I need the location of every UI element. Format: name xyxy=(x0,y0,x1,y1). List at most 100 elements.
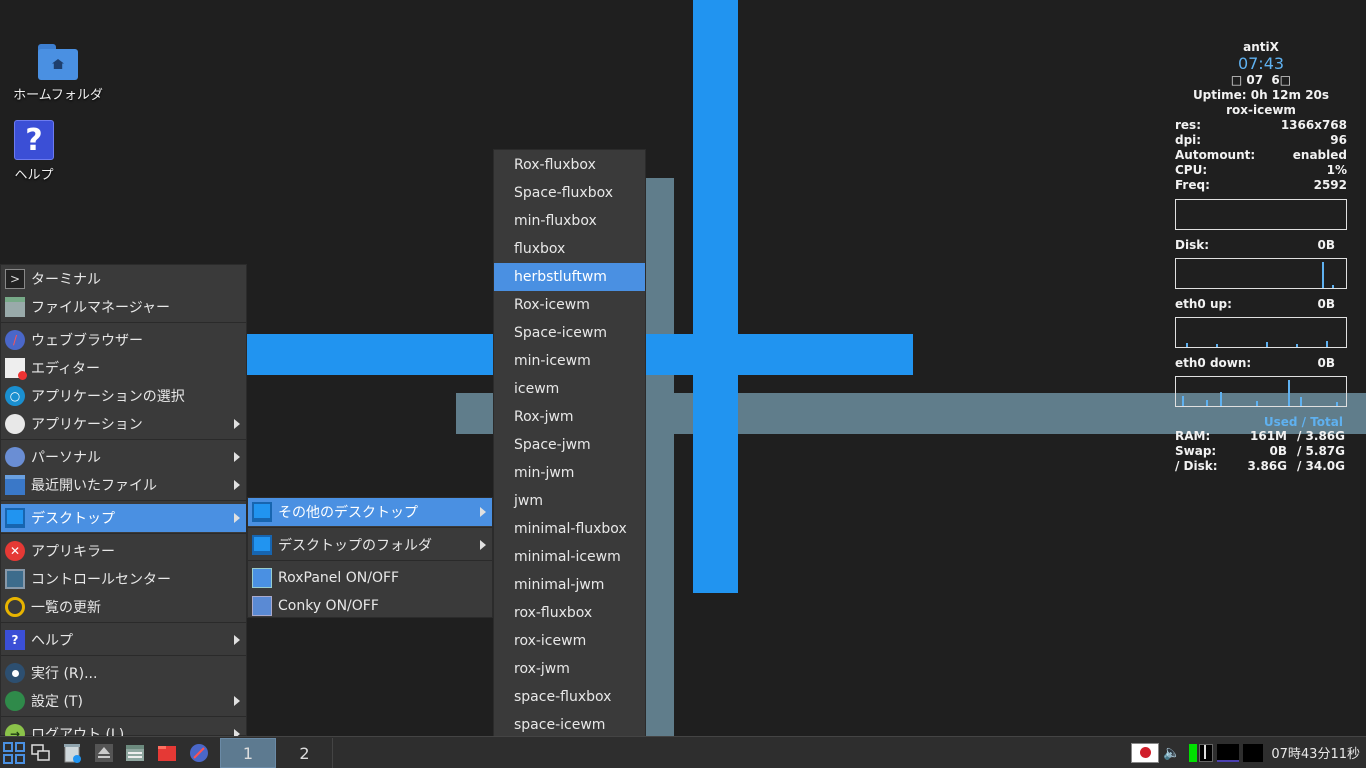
help-icon: ? xyxy=(5,630,25,650)
window-list-icon[interactable] xyxy=(30,742,52,764)
conky-stat-row: res: 1366x768 xyxy=(1175,118,1347,132)
cpu-graph xyxy=(1175,199,1347,230)
wm-option-selected[interactable]: herbstluftwm xyxy=(494,263,645,291)
close-icon: ✕ xyxy=(5,541,25,561)
wm-option[interactable]: minimal-fluxbox xyxy=(494,515,645,543)
menu-item-web-browser[interactable]: / ウェブブラウザー xyxy=(1,326,246,354)
workspace-2-button[interactable]: 2 xyxy=(277,738,333,768)
menu-separator xyxy=(1,533,246,536)
wm-option[interactable]: space-fluxbox xyxy=(494,683,645,711)
wm-option[interactable]: min-fluxbox xyxy=(494,207,645,235)
start-menu-icon[interactable] xyxy=(3,742,25,764)
desktop-icon-label: ヘルプ xyxy=(14,168,54,183)
wm-option[interactable]: space-icewm xyxy=(494,711,645,739)
submenu-arrow-icon xyxy=(480,540,486,550)
conky-stat-row: CPU: 1% xyxy=(1175,163,1347,177)
wallpaper-blue-vertical-bar xyxy=(693,0,738,593)
wm-option[interactable]: rox-jwm xyxy=(494,655,645,683)
menu-item-app-select[interactable]: ○ アプリケーションの選択 xyxy=(1,382,246,410)
roxpanel-icon xyxy=(252,568,272,588)
search-icon: ○ xyxy=(5,386,25,406)
recent-files-icon xyxy=(5,475,25,495)
conky-date: □ 07 6□ xyxy=(1230,73,1292,87)
desktop-icon-home-folder[interactable]: ホームフォルダ xyxy=(8,44,108,103)
volume-icon[interactable]: 🔈 xyxy=(1163,743,1187,763)
network-monitor-icon xyxy=(1217,743,1240,762)
wm-option[interactable]: Rox-icewm xyxy=(494,291,645,319)
menu-item-file-manager[interactable]: ファイルマネージャー xyxy=(1,293,246,321)
conky-stat-row: Freq: 2592 xyxy=(1175,178,1347,192)
used-total-header: Used / Total xyxy=(1263,415,1343,429)
menu-item-personal[interactable]: パーソナル xyxy=(1,443,246,471)
conky-monitor: antiX 07:43 □ 07 6□ Uptime: 0h 12m 20s r… xyxy=(1175,40,1347,474)
file-manager-icon[interactable] xyxy=(124,742,146,764)
menu-item-app-killer[interactable]: ✕ アプリキラー xyxy=(1,537,246,565)
wm-option[interactable]: Space-icewm xyxy=(494,319,645,347)
menu-item-editor[interactable]: エディター xyxy=(1,354,246,382)
other-desktops-submenu: Rox-fluxbox Space-fluxbox min-fluxbox fl… xyxy=(493,149,646,768)
refresh-icon xyxy=(5,597,25,617)
eth0-up-graph xyxy=(1175,317,1347,348)
menu-separator xyxy=(1,500,246,503)
menu-item-run[interactable]: 実行 (R)... xyxy=(1,659,246,687)
wm-option[interactable]: Space-jwm xyxy=(494,431,645,459)
eth0-down-graph xyxy=(1175,376,1347,407)
submenu-arrow-icon xyxy=(234,635,240,645)
workspace-1-button[interactable]: 1 xyxy=(220,738,276,768)
menu-item-control-center[interactable]: コントロールセンター xyxy=(1,565,246,593)
menu-separator xyxy=(1,716,246,719)
menu-item-roxpanel-toggle[interactable]: RoxPanel ON/OFF xyxy=(248,564,492,592)
menu-item-help[interactable]: ? ヘルプ xyxy=(1,626,246,654)
web-browser-icon[interactable] xyxy=(188,742,210,764)
menu-separator xyxy=(248,560,492,563)
menu-item-other-desktops[interactable]: その他のデスクトップ xyxy=(248,498,492,526)
submenu-arrow-icon xyxy=(234,419,240,429)
desktop-icon-label: ホームフォルダ xyxy=(13,88,103,103)
trash-icon[interactable] xyxy=(61,742,83,764)
menu-item-applications[interactable]: アプリケーション xyxy=(1,410,246,438)
wm-option[interactable]: minimal-jwm xyxy=(494,571,645,599)
wm-option[interactable]: Rox-fluxbox xyxy=(494,151,645,179)
wm-option[interactable]: min-jwm xyxy=(494,459,645,487)
submenu-arrow-icon xyxy=(234,696,240,706)
taskbar: 1 2 🔈 07時43分11秒 xyxy=(0,736,1366,768)
disk-header: Disk: 0B xyxy=(1175,238,1335,252)
taskbar-clock[interactable]: 07時43分11秒 xyxy=(1271,743,1360,762)
wallpaper-gray-vertical-bar xyxy=(646,178,674,738)
conky-stat-row: dpi: 96 xyxy=(1175,133,1347,147)
wm-option[interactable]: Rox-jwm xyxy=(494,403,645,431)
menu-item-conky-toggle[interactable]: Conky ON/OFF xyxy=(248,592,492,620)
memory-monitor-icon xyxy=(1199,743,1214,762)
menu-item-recent-files[interactable]: 最近開いたファイル xyxy=(1,471,246,499)
wm-option[interactable]: Space-fluxbox xyxy=(494,179,645,207)
system-tray: 🔈 07時43分11秒 xyxy=(1131,737,1366,768)
japan-flag-input-icon[interactable] xyxy=(1131,742,1160,763)
wm-option[interactable]: rox-icewm xyxy=(494,627,645,655)
conky-session: rox-icewm xyxy=(1226,103,1296,117)
folder-icon[interactable] xyxy=(156,742,178,764)
menu-item-desktop[interactable]: デスクトップ xyxy=(1,504,246,532)
eth0-down-header: eth0 down: 0B xyxy=(1175,356,1335,370)
menu-separator xyxy=(1,622,246,625)
wm-option[interactable]: rox-fluxbox xyxy=(494,599,645,627)
menu-item-refresh-list[interactable]: 一覧の更新 xyxy=(1,593,246,621)
submenu-arrow-icon xyxy=(480,507,486,517)
applications-icon xyxy=(5,414,25,434)
run-icon xyxy=(5,663,25,683)
wm-option[interactable]: min-icewm xyxy=(494,347,645,375)
conky-stat-row: Automount: enabled xyxy=(1175,148,1347,162)
menu-item-settings[interactable]: 設定 (T) xyxy=(1,687,246,715)
conky-uptime: Uptime: 0h 12m 20s xyxy=(1192,88,1330,102)
desktop-icon-help[interactable]: ? ヘルプ xyxy=(0,120,84,183)
desktop-folder-icon xyxy=(252,535,272,555)
wm-option[interactable]: icewm xyxy=(494,375,645,403)
file-manager-icon xyxy=(5,297,25,317)
mem-row: / Disk: 3.86G/ 34.0G xyxy=(1175,459,1345,473)
menu-item-terminal[interactable]: > ターミナル xyxy=(1,265,246,293)
wm-option[interactable]: fluxbox xyxy=(494,235,645,263)
wm-option[interactable]: minimal-icewm xyxy=(494,543,645,571)
menu-item-desktop-folder[interactable]: デスクトップのフォルダ xyxy=(248,531,492,559)
desktop-icon xyxy=(252,502,272,522)
wm-option[interactable]: jwm xyxy=(494,487,645,515)
eject-icon[interactable] xyxy=(93,742,115,764)
